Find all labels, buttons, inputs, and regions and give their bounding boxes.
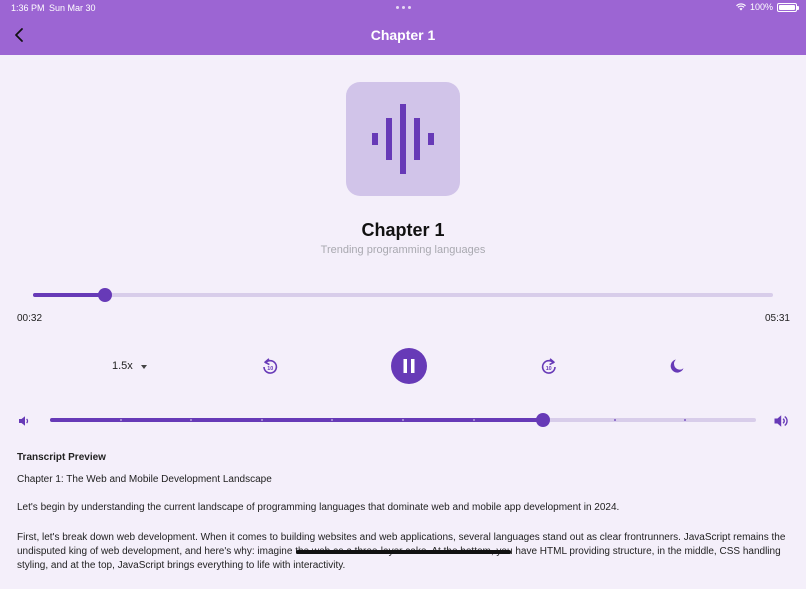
seek-slider[interactable] (33, 288, 773, 302)
app-bar-title: Chapter 1 (370, 27, 436, 43)
total-time: 05:31 (764, 313, 790, 324)
volume-level (50, 418, 543, 422)
volume-tick (402, 419, 404, 421)
volume-down-icon[interactable] (17, 414, 31, 428)
forward-10-icon: 10 (541, 358, 556, 374)
track-title: Chapter 1 (361, 220, 445, 240)
battery-percent: 100% (749, 2, 773, 12)
track-subtitle: Trending programming languages (320, 244, 486, 256)
seek-thumb[interactable] (97, 288, 112, 302)
volume-tick (613, 419, 616, 421)
volume-tick (260, 419, 263, 421)
battery-icon (777, 2, 799, 12)
volume-tick (119, 419, 122, 421)
rewind-seconds-label: 10 (267, 366, 273, 372)
pause-button[interactable] (391, 348, 427, 384)
playback-speed-dropdown[interactable]: 1.5x (112, 360, 147, 372)
status-date: Sun Mar 30 (49, 3, 96, 13)
rewind-10-button[interactable]: 10 (261, 357, 279, 375)
forward-seconds-label: 10 (546, 366, 552, 372)
sleep-timer-button[interactable] (668, 357, 686, 375)
transcript-paragraph: Chapter 1: The Web and Mobile Developmen… (17, 474, 272, 485)
playback-speed-value: 1.5x (112, 360, 133, 372)
volume-slider[interactable] (50, 413, 756, 427)
transcript-preview: Transcript Preview Chapter 1: The Web an… (17, 452, 793, 589)
forward-10-button[interactable]: 10 (540, 357, 558, 375)
replay-10-icon: 10 (263, 358, 278, 374)
home-indicator[interactable] (296, 550, 511, 554)
status-indicators: 100% (736, 2, 799, 12)
status-bar: 1:36 PM Sun Mar 30 100% (0, 0, 806, 16)
track-artwork (346, 82, 460, 196)
status-time: 1:36 PM (11, 3, 45, 13)
transcript-heading: Transcript Preview (17, 452, 106, 463)
seek-track (33, 293, 773, 297)
current-time: 00:32 (17, 313, 43, 324)
transcript-paragraph: Let's begin by understanding the current… (17, 502, 620, 513)
multitasking-dots-icon[interactable] (396, 6, 411, 9)
volume-thumb[interactable] (535, 413, 550, 427)
app-bar: Chapter 1 (0, 16, 806, 55)
seek-progress (33, 293, 105, 297)
dropdown-arrow-icon (140, 364, 147, 369)
wifi-icon (736, 3, 746, 11)
volume-tick (472, 419, 475, 421)
pause-icon (403, 359, 415, 373)
audio-waveform-icon (372, 104, 434, 174)
volume-up-icon[interactable] (773, 413, 789, 429)
moon-icon (670, 359, 684, 373)
